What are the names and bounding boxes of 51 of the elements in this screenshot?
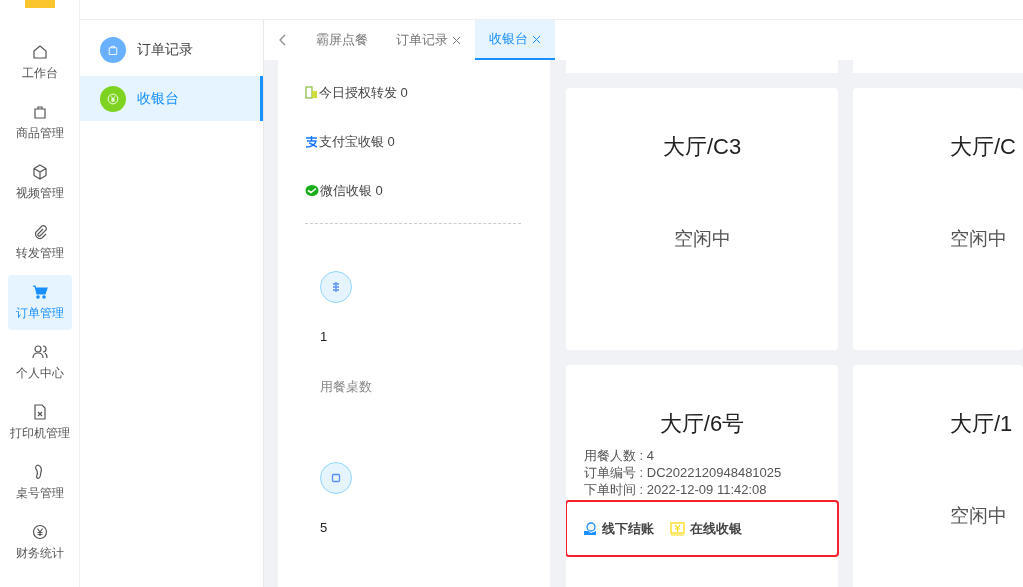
people-icon [31, 343, 48, 360]
order-detail: 订单编号 : DC2022120948481025 [584, 464, 783, 481]
submenu-item[interactable]: 订单记录 [80, 27, 263, 72]
building-icon [305, 86, 318, 99]
table-card[interactable]: 大厅/1 空闲中 [853, 365, 1023, 587]
online-checkout-button[interactable]: 在线收银 [670, 518, 742, 539]
table-name: 大厅/1 [950, 410, 1013, 438]
close-icon[interactable] [532, 34, 541, 44]
offline-checkout-button[interactable]: 线下结账 [583, 518, 654, 539]
payment-stat: 微信收银 0 [320, 184, 383, 197]
table-name: 大厅/C [950, 133, 1016, 161]
table-status: 空闲中 [673, 227, 731, 251]
cart-icon [31, 283, 48, 300]
close-icon[interactable] [452, 35, 461, 45]
yen-icon [31, 523, 48, 540]
yen-sign-icon [670, 521, 685, 536]
nav-item[interactable]: 转发管理 [7, 215, 72, 270]
order-detail: 下单时间 : 2022-12-09 11:42:08 [584, 481, 768, 498]
counter-label: 用餐桌数 [320, 377, 372, 396]
alipay-icon [305, 135, 318, 148]
counter-value: 5 [320, 519, 328, 537]
bag-icon [107, 43, 119, 56]
nav-item[interactable]: 财务统计 [7, 515, 72, 570]
table-name: 大厅/C3 [662, 133, 742, 161]
tab[interactable]: 霸屏点餐 [302, 20, 382, 60]
table-card[interactable]: 大厅/6号 用餐人数 : 4 订单编号 : DC2022120948481025 下单时间 : 2022-12-09 11:42:08 线下结账 在线收银 [566, 365, 838, 587]
tab[interactable]: 订单记录 [382, 20, 475, 60]
list-icon [320, 271, 352, 303]
bag-icon [31, 103, 48, 120]
table-card[interactable]: 大厅/C3 空闲中 [566, 88, 838, 350]
file-icon [31, 403, 48, 420]
payment-stat: 今日授权转发 0 [319, 86, 408, 99]
order-detail: 用餐人数 : 4 [584, 447, 656, 464]
nav-item[interactable]: 工作台 [7, 35, 72, 90]
payment-stat: 支付宝收银 0 [319, 135, 395, 148]
yen-icon [107, 92, 119, 105]
cube-icon [31, 163, 48, 180]
chip-icon [320, 462, 352, 494]
nav-item[interactable]: 商品管理 [7, 95, 72, 150]
wechat-icon [305, 184, 319, 197]
home-icon [31, 43, 48, 60]
nav-item[interactable]: 个人中心 [7, 335, 72, 390]
counter-value: 1 [320, 328, 328, 346]
table-status: 空闲中 [950, 504, 1007, 528]
logo [24, 0, 55, 8]
table-name: 大厅/6号 [659, 410, 745, 438]
nav-item[interactable]: 打印机管理 [7, 395, 72, 450]
table-status: 空闲中 [950, 227, 1007, 251]
nav-item[interactable]: 视频管理 [7, 155, 72, 210]
nav-item[interactable]: 桌号管理 [7, 455, 72, 510]
table-card[interactable]: 大厅/C 空闲中 [853, 88, 1023, 350]
